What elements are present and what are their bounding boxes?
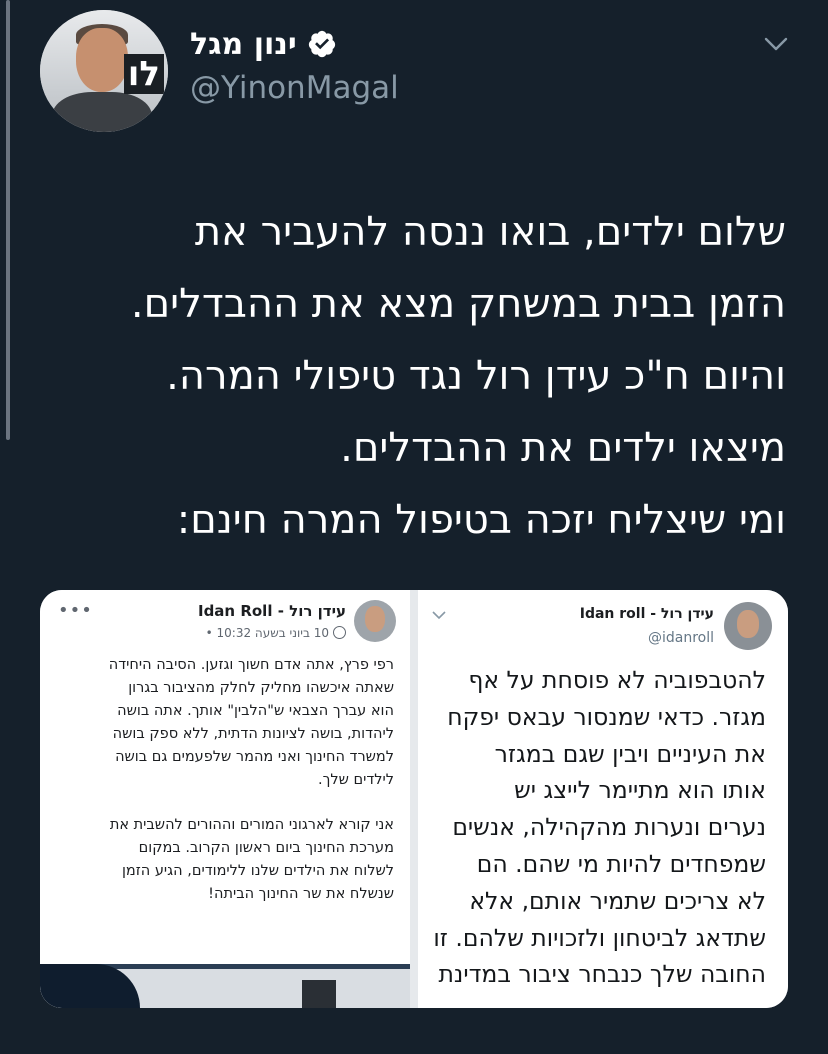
facebook-post-body: רפי פרץ, אתה אדם חשוך וגזען. הסיבה היחיד… xyxy=(56,654,394,906)
verified-badge-icon xyxy=(308,30,335,58)
chevron-down-icon xyxy=(432,611,446,620)
twitter-avatar xyxy=(724,602,772,650)
facebook-text-line: שאתה איכשהו מחליק לחלק מהציבור בגרון xyxy=(128,680,394,696)
display-name[interactable]: ינון מגל xyxy=(190,27,297,62)
more-options-icon: ••• xyxy=(58,600,93,621)
avatar-logo-text: לו xyxy=(123,54,164,94)
facebook-text-line: מערכת החינוך ביום ראשון הקרוב. במקום xyxy=(138,840,394,856)
avatar[interactable]: לו xyxy=(40,10,168,132)
facebook-avatar xyxy=(354,600,396,642)
twitter-post-screenshot[interactable]: עידן רול - Idan roll @idanroll להטבפוביה… xyxy=(418,590,788,1008)
twitter-text-line: את העיניים ויבין שגם במגזר xyxy=(494,739,766,768)
twitter-text-line: שתדאג לביטחון ולזכויות שלהם. זו xyxy=(433,923,766,952)
globe-icon xyxy=(333,626,346,639)
tweet-text: שלום ילדים, בואו ננסה להעביר את הזמן בבי… xyxy=(66,196,786,556)
twitter-text-line: לא צריכים שתמיר אותם, אלא xyxy=(469,886,766,915)
scrollbar[interactable] xyxy=(6,0,10,440)
tweet-line: הזמן בבית במשחק מצא את ההבדלים. xyxy=(130,281,786,327)
facebook-text-line: הוא עברך הצבאי ש"הלבין" אותך. אתה בושה xyxy=(117,703,394,719)
tweet-line: והיום ח"כ עידן רול נגד טיפולי המרה. xyxy=(166,353,786,399)
author-name-row: ינון מגל xyxy=(190,22,337,66)
twitter-post-body: להטבפוביה לא פוסחת על אף מגזר. כדאי שמנס… xyxy=(433,662,766,993)
facebook-post-header: עידן רול - Idan Roll 10 ביוני בשעה 10:32… xyxy=(40,590,410,650)
chevron-down-icon[interactable] xyxy=(764,36,788,52)
facebook-text-line: לילדים שלך. xyxy=(317,772,394,788)
twitter-text-line: להטבפוביה לא פוסחת על אף xyxy=(468,666,766,694)
facebook-text-line: ליהדות, בושה לציונות הדתית, ללא ספק בושה xyxy=(112,726,394,742)
facebook-post-image xyxy=(40,964,410,1008)
facebook-text-line: לשלוח את הילדים שלנו ללימודים, הגיע הזמן xyxy=(121,863,394,879)
twitter-post-header: עידן רול - Idan roll @idanroll xyxy=(418,590,788,660)
twitter-author-name: עידן רול - Idan roll xyxy=(579,606,714,622)
twitter-text-line: נערים ונערות מהקהילה, אנשים xyxy=(452,813,766,842)
facebook-text-line: אני קורא לארגוני המורים וההורים להשבית א… xyxy=(109,817,394,833)
facebook-text-line: למשרד החינוך ואני מהמר שלפעמים גם בושה xyxy=(115,749,394,765)
twitter-text-line: אותו הוא מתיימר לייצג יש xyxy=(514,776,766,805)
tweet-line: שלום ילדים, בואו ננסה להעביר את xyxy=(194,209,786,255)
facebook-timestamp-text: 10 ביוני בשעה 10:32 • xyxy=(205,626,329,640)
tweet-line: ומי שיצליח יזכה בטיפול המרה חינם: xyxy=(176,497,786,543)
twitter-text-line: החובה שלך כנבחר ציבור במדינת xyxy=(438,960,766,989)
tweet-line: מיצאו ילדים את ההבדלים. xyxy=(340,425,786,471)
tweet-media[interactable]: עידן רול - Idan Roll 10 ביוני בשעה 10:32… xyxy=(40,590,788,1008)
facebook-author-name: עידן רול - Idan Roll xyxy=(197,602,346,620)
facebook-post-screenshot[interactable]: עידן רול - Idan Roll 10 ביוני בשעה 10:32… xyxy=(40,590,410,1008)
twitter-text-line: שמפחדים להיות מי שהם. הם xyxy=(476,849,766,878)
twitter-text-line: מגזר. כדאי שמנסור עבאס יפקח xyxy=(447,702,766,731)
facebook-text-line: רפי פרץ, אתה אדם חשוך וגזען. הסיבה היחיד… xyxy=(108,657,394,673)
facebook-text-line: שנשלח את שר החינוך הביתה! xyxy=(208,886,394,902)
twitter-author-handle: @idanroll xyxy=(647,630,714,646)
author-handle[interactable]: @YinonMagal xyxy=(190,70,399,106)
facebook-timestamp: 10 ביוני בשעה 10:32 • xyxy=(206,626,346,640)
